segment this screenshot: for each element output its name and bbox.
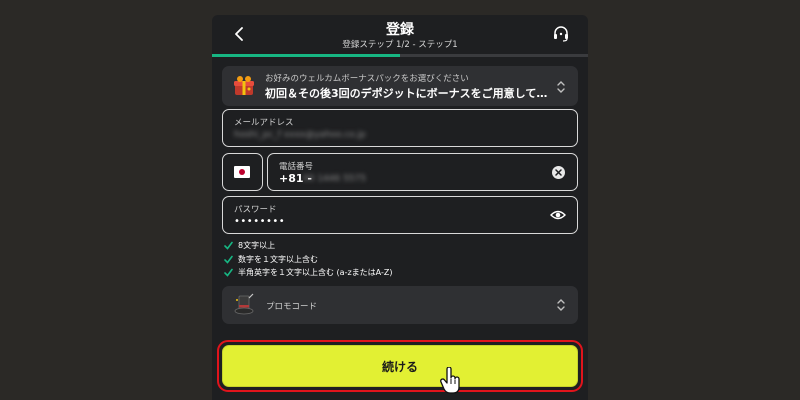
- password-field[interactable]: パスワード ••••••••: [222, 196, 578, 234]
- progress-fill: [212, 54, 400, 57]
- page-title: 登録: [386, 22, 414, 38]
- check-icon: [224, 255, 233, 264]
- bonus-pack-label: お好みのウェルカムボーナスパックをお選びください: [265, 74, 469, 84]
- rule-min-length: 8文字以上: [224, 239, 392, 253]
- promo-code-select[interactable]: プロモコード: [222, 286, 578, 324]
- promo-code-label: プロモコード: [266, 302, 318, 312]
- close-icon: [555, 169, 562, 176]
- hand-pointer-icon: [440, 367, 460, 394]
- phone-label: 電話番号: [279, 162, 314, 172]
- chevron-updown-icon: [557, 81, 565, 93]
- check-icon: [224, 241, 233, 250]
- phone-field[interactable]: 電話番号 +81 - 00 1446 5575: [267, 153, 578, 191]
- password-value: ••••••••: [234, 216, 286, 227]
- phone-value: 00 1446 5575: [303, 174, 366, 184]
- password-label: パスワード: [234, 205, 277, 215]
- chevron-updown-icon: [557, 299, 565, 311]
- bonus-pack-select[interactable]: お好みのウェルカムボーナスパックをお選びください 初回＆その後3回のデポジットに…: [222, 66, 578, 106]
- progress-bar: [212, 54, 588, 57]
- email-label: メールアドレス: [234, 118, 294, 128]
- bonus-pack-value: 初回＆その後3回のデポジットにボーナスをご用意しています: [265, 87, 555, 100]
- rule-text: 数字を１文字以上含む: [238, 254, 318, 264]
- rule-text: 半角英字を１文字以上含む (a-zまたはA-Z): [238, 268, 393, 278]
- check-icon: [224, 268, 233, 277]
- rule-digit: 数字を１文字以上含む: [224, 253, 392, 267]
- email-value: hoshi_pc_f xxxx@yahoo.co.jp: [234, 130, 366, 140]
- rule-letter: 半角英字を１文字以上含む (a-zまたはA-Z): [224, 266, 392, 280]
- rule-text: 8文字以上: [238, 241, 276, 251]
- country-code-select[interactable]: [222, 153, 263, 191]
- continue-button-highlight: 続ける: [217, 340, 583, 392]
- modal-header: 登録 登録ステップ 1/2 - ステップ1: [212, 15, 588, 55]
- clear-phone-button[interactable]: [552, 166, 565, 179]
- support-button[interactable]: [550, 23, 572, 45]
- japan-flag-icon: [234, 166, 250, 178]
- email-field[interactable]: メールアドレス hoshi_pc_f xxxx@yahoo.co.jp: [222, 109, 578, 147]
- eye-icon[interactable]: [550, 208, 566, 222]
- step-indicator: 登録ステップ 1/2 - ステップ1: [342, 40, 458, 50]
- gift-box-icon: [234, 76, 254, 95]
- magic-hat-icon: [234, 293, 254, 315]
- password-rules: 8文字以上 数字を１文字以上含む 半角英字を１文字以上含む (a-zまたはA-Z…: [224, 239, 392, 280]
- continue-button[interactable]: 続ける: [222, 345, 578, 387]
- headset-icon: [554, 26, 568, 42]
